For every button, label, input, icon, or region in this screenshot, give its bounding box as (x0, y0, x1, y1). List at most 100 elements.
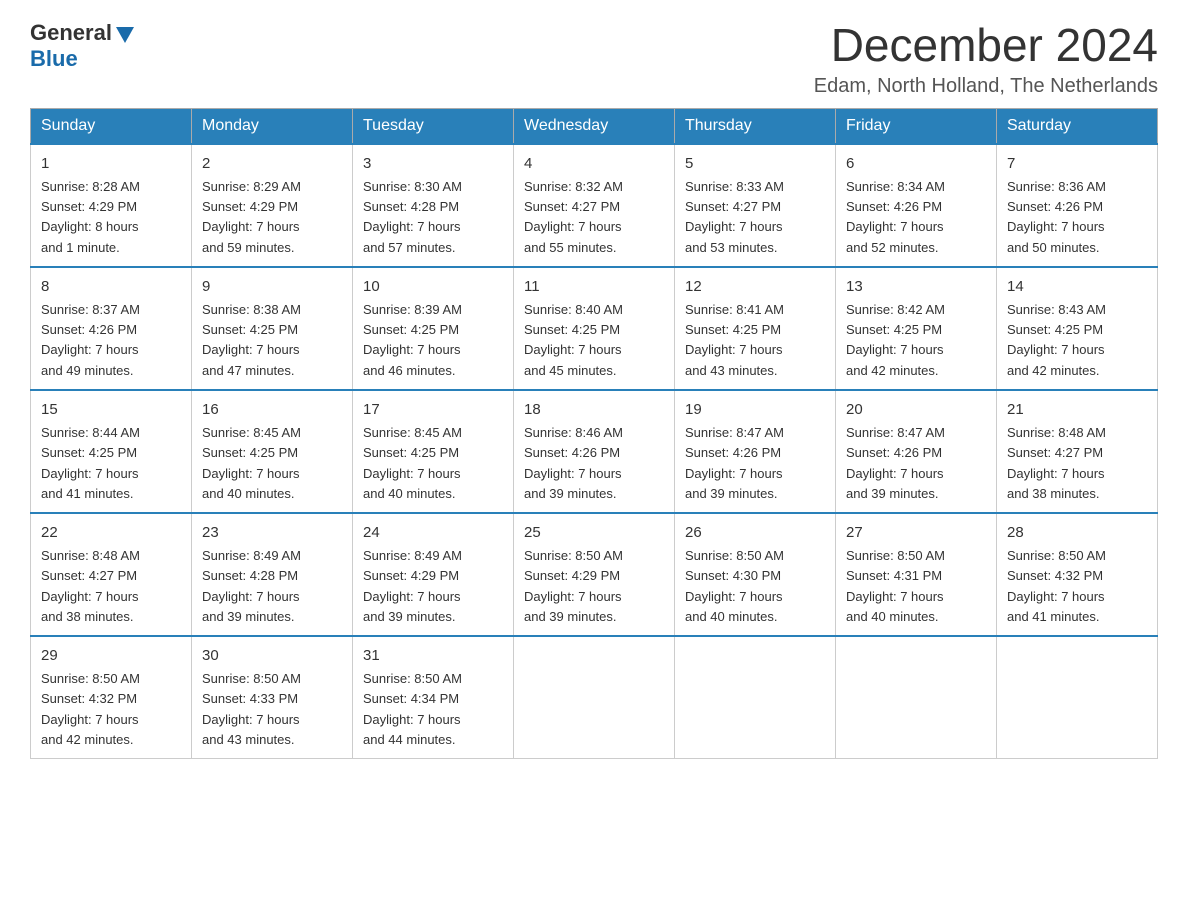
day-number: 8 (41, 276, 181, 299)
calendar-cell: 3Sunrise: 8:30 AMSunset: 4:28 PMDaylight… (353, 144, 514, 267)
day-number: 28 (1007, 522, 1147, 545)
day-number: 30 (202, 645, 342, 668)
day-number: 14 (1007, 276, 1147, 299)
calendar-cell: 15Sunrise: 8:44 AMSunset: 4:25 PMDayligh… (31, 390, 192, 513)
day-info: Sunrise: 8:49 AMSunset: 4:28 PMDaylight:… (202, 546, 342, 627)
day-info: Sunrise: 8:45 AMSunset: 4:25 PMDaylight:… (202, 423, 342, 504)
calendar-cell: 26Sunrise: 8:50 AMSunset: 4:30 PMDayligh… (675, 513, 836, 636)
day-info: Sunrise: 8:50 AMSunset: 4:34 PMDaylight:… (363, 669, 503, 750)
day-number: 18 (524, 399, 664, 422)
day-number: 11 (524, 276, 664, 299)
day-number: 13 (846, 276, 986, 299)
logo-text-blue: Blue (30, 46, 78, 72)
day-number: 1 (41, 153, 181, 176)
day-number: 21 (1007, 399, 1147, 422)
calendar-cell: 29Sunrise: 8:50 AMSunset: 4:32 PMDayligh… (31, 636, 192, 759)
day-info: Sunrise: 8:36 AMSunset: 4:26 PMDaylight:… (1007, 177, 1147, 258)
calendar-cell: 7Sunrise: 8:36 AMSunset: 4:26 PMDaylight… (997, 144, 1158, 267)
logo-text-general: General (30, 20, 112, 46)
col-header-saturday: Saturday (997, 108, 1158, 144)
day-info: Sunrise: 8:39 AMSunset: 4:25 PMDaylight:… (363, 300, 503, 381)
week-row-3: 15Sunrise: 8:44 AMSunset: 4:25 PMDayligh… (31, 390, 1158, 513)
day-info: Sunrise: 8:28 AMSunset: 4:29 PMDaylight:… (41, 177, 181, 258)
logo-triangle-icon (114, 23, 136, 45)
col-header-friday: Friday (836, 108, 997, 144)
page-header: General Blue December 2024 Edam, North H… (30, 20, 1158, 98)
calendar-cell: 20Sunrise: 8:47 AMSunset: 4:26 PMDayligh… (836, 390, 997, 513)
col-header-monday: Monday (192, 108, 353, 144)
day-number: 27 (846, 522, 986, 545)
day-number: 20 (846, 399, 986, 422)
day-info: Sunrise: 8:47 AMSunset: 4:26 PMDaylight:… (846, 423, 986, 504)
day-number: 10 (363, 276, 503, 299)
day-number: 3 (363, 153, 503, 176)
day-number: 22 (41, 522, 181, 545)
calendar-cell: 23Sunrise: 8:49 AMSunset: 4:28 PMDayligh… (192, 513, 353, 636)
day-number: 25 (524, 522, 664, 545)
day-info: Sunrise: 8:50 AMSunset: 4:33 PMDaylight:… (202, 669, 342, 750)
day-info: Sunrise: 8:50 AMSunset: 4:32 PMDaylight:… (1007, 546, 1147, 627)
day-info: Sunrise: 8:50 AMSunset: 4:32 PMDaylight:… (41, 669, 181, 750)
calendar-table: SundayMondayTuesdayWednesdayThursdayFrid… (30, 108, 1158, 759)
day-number: 7 (1007, 153, 1147, 176)
logo-icon: General Blue (30, 20, 136, 72)
day-number: 24 (363, 522, 503, 545)
calendar-cell: 19Sunrise: 8:47 AMSunset: 4:26 PMDayligh… (675, 390, 836, 513)
calendar-cell: 12Sunrise: 8:41 AMSunset: 4:25 PMDayligh… (675, 267, 836, 390)
day-number: 17 (363, 399, 503, 422)
day-info: Sunrise: 8:29 AMSunset: 4:29 PMDaylight:… (202, 177, 342, 258)
day-number: 9 (202, 276, 342, 299)
calendar-cell: 22Sunrise: 8:48 AMSunset: 4:27 PMDayligh… (31, 513, 192, 636)
calendar-cell: 10Sunrise: 8:39 AMSunset: 4:25 PMDayligh… (353, 267, 514, 390)
week-row-2: 8Sunrise: 8:37 AMSunset: 4:26 PMDaylight… (31, 267, 1158, 390)
title-area: December 2024 Edam, North Holland, The N… (814, 20, 1158, 98)
location: Edam, North Holland, The Netherlands (814, 75, 1158, 98)
calendar-header-row: SundayMondayTuesdayWednesdayThursdayFrid… (31, 108, 1158, 144)
day-number: 29 (41, 645, 181, 668)
day-info: Sunrise: 8:50 AMSunset: 4:30 PMDaylight:… (685, 546, 825, 627)
day-info: Sunrise: 8:41 AMSunset: 4:25 PMDaylight:… (685, 300, 825, 381)
day-info: Sunrise: 8:50 AMSunset: 4:29 PMDaylight:… (524, 546, 664, 627)
month-title: December 2024 (814, 20, 1158, 71)
calendar-cell: 5Sunrise: 8:33 AMSunset: 4:27 PMDaylight… (675, 144, 836, 267)
day-info: Sunrise: 8:48 AMSunset: 4:27 PMDaylight:… (1007, 423, 1147, 504)
calendar-cell: 28Sunrise: 8:50 AMSunset: 4:32 PMDayligh… (997, 513, 1158, 636)
calendar-cell: 17Sunrise: 8:45 AMSunset: 4:25 PMDayligh… (353, 390, 514, 513)
day-info: Sunrise: 8:40 AMSunset: 4:25 PMDaylight:… (524, 300, 664, 381)
day-info: Sunrise: 8:34 AMSunset: 4:26 PMDaylight:… (846, 177, 986, 258)
calendar-cell (514, 636, 675, 759)
day-number: 4 (524, 153, 664, 176)
day-info: Sunrise: 8:50 AMSunset: 4:31 PMDaylight:… (846, 546, 986, 627)
day-info: Sunrise: 8:42 AMSunset: 4:25 PMDaylight:… (846, 300, 986, 381)
day-info: Sunrise: 8:33 AMSunset: 4:27 PMDaylight:… (685, 177, 825, 258)
day-info: Sunrise: 8:44 AMSunset: 4:25 PMDaylight:… (41, 423, 181, 504)
calendar-cell: 21Sunrise: 8:48 AMSunset: 4:27 PMDayligh… (997, 390, 1158, 513)
day-info: Sunrise: 8:30 AMSunset: 4:28 PMDaylight:… (363, 177, 503, 258)
calendar-cell (675, 636, 836, 759)
day-number: 31 (363, 645, 503, 668)
col-header-sunday: Sunday (31, 108, 192, 144)
calendar-cell: 25Sunrise: 8:50 AMSunset: 4:29 PMDayligh… (514, 513, 675, 636)
calendar-cell: 6Sunrise: 8:34 AMSunset: 4:26 PMDaylight… (836, 144, 997, 267)
day-number: 12 (685, 276, 825, 299)
col-header-wednesday: Wednesday (514, 108, 675, 144)
calendar-cell: 4Sunrise: 8:32 AMSunset: 4:27 PMDaylight… (514, 144, 675, 267)
day-number: 6 (846, 153, 986, 176)
day-info: Sunrise: 8:32 AMSunset: 4:27 PMDaylight:… (524, 177, 664, 258)
week-row-1: 1Sunrise: 8:28 AMSunset: 4:29 PMDaylight… (31, 144, 1158, 267)
calendar-cell: 11Sunrise: 8:40 AMSunset: 4:25 PMDayligh… (514, 267, 675, 390)
day-number: 23 (202, 522, 342, 545)
logo: General Blue (30, 20, 140, 72)
day-info: Sunrise: 8:45 AMSunset: 4:25 PMDaylight:… (363, 423, 503, 504)
day-info: Sunrise: 8:43 AMSunset: 4:25 PMDaylight:… (1007, 300, 1147, 381)
calendar-cell: 14Sunrise: 8:43 AMSunset: 4:25 PMDayligh… (997, 267, 1158, 390)
day-info: Sunrise: 8:49 AMSunset: 4:29 PMDaylight:… (363, 546, 503, 627)
day-number: 26 (685, 522, 825, 545)
day-info: Sunrise: 8:46 AMSunset: 4:26 PMDaylight:… (524, 423, 664, 504)
day-info: Sunrise: 8:38 AMSunset: 4:25 PMDaylight:… (202, 300, 342, 381)
calendar-cell: 24Sunrise: 8:49 AMSunset: 4:29 PMDayligh… (353, 513, 514, 636)
week-row-5: 29Sunrise: 8:50 AMSunset: 4:32 PMDayligh… (31, 636, 1158, 759)
calendar-cell: 2Sunrise: 8:29 AMSunset: 4:29 PMDaylight… (192, 144, 353, 267)
day-number: 16 (202, 399, 342, 422)
calendar-cell: 30Sunrise: 8:50 AMSunset: 4:33 PMDayligh… (192, 636, 353, 759)
